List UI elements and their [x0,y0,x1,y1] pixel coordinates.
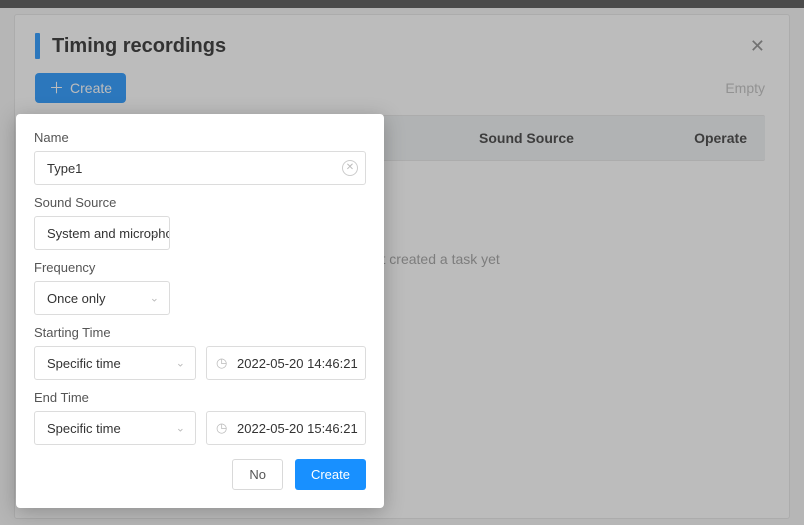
start-datetime-picker[interactable]: ◷ 2022-05-20 14:46:21 [206,346,366,380]
chevron-down-icon: ⌄ [176,422,185,435]
end-label: End Time [34,390,366,405]
clock-icon: ◷ [216,355,227,371]
clear-icon[interactable]: ✕ [342,160,358,176]
end-row: Specific time ⌄ ◷ 2022-05-20 15:46:21 [34,411,366,445]
start-datetime-value: 2022-05-20 14:46:21 [237,356,358,371]
modal-actions: No Create [34,459,366,490]
create-task-modal: Name ✕ Sound Source System and microphon… [16,114,384,508]
end-mode-value: Specific time [47,421,121,436]
chevron-down-icon: ⌄ [176,357,185,370]
frequency-select-value: Once only [47,291,106,306]
end-mode-select[interactable]: Specific time ⌄ [34,411,196,445]
modal-create-button[interactable]: Create [295,459,366,490]
name-input-wrap: ✕ [34,151,366,185]
field-frequency: Frequency Once only ⌄ [34,260,366,315]
start-mode-select[interactable]: Specific time ⌄ [34,346,196,380]
field-starting-time: Starting Time Specific time ⌄ ◷ 2022-05-… [34,325,366,380]
name-input[interactable] [34,151,366,185]
clock-icon: ◷ [216,420,227,436]
name-label: Name [34,130,366,145]
start-mode-value: Specific time [47,356,121,371]
source-select-value: System and microphone [47,226,170,241]
source-label: Sound Source [34,195,366,210]
field-name: Name ✕ [34,130,366,185]
start-row: Specific time ⌄ ◷ 2022-05-20 14:46:21 [34,346,366,380]
no-button[interactable]: No [232,459,283,490]
source-select[interactable]: System and microphone ⌄ [34,216,170,250]
start-label: Starting Time [34,325,366,340]
frequency-select[interactable]: Once only ⌄ [34,281,170,315]
end-datetime-value: 2022-05-20 15:46:21 [237,421,358,436]
field-sound-source: Sound Source System and microphone ⌄ [34,195,366,250]
chevron-down-icon: ⌄ [150,292,159,305]
end-datetime-picker[interactable]: ◷ 2022-05-20 15:46:21 [206,411,366,445]
field-end-time: End Time Specific time ⌄ ◷ 2022-05-20 15… [34,390,366,445]
frequency-label: Frequency [34,260,366,275]
